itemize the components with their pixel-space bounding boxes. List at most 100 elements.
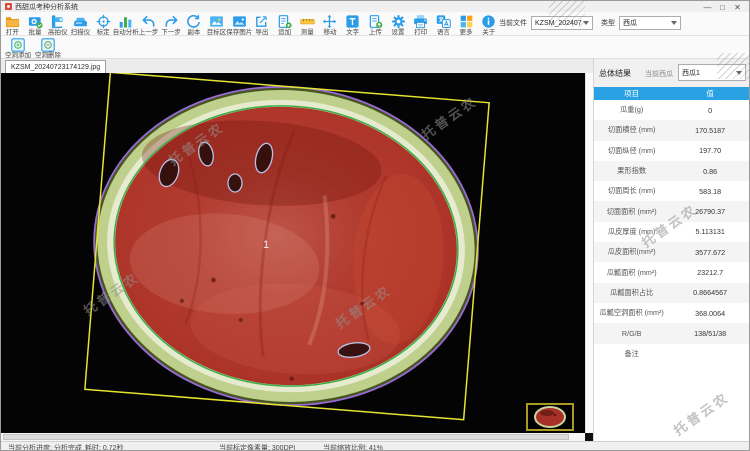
type-label: 类型: [601, 18, 615, 28]
toolbar-batch-button[interactable]: 批量: [24, 12, 47, 36]
toolbar-upload-button[interactable]: 上传: [364, 12, 387, 36]
overview-thumbnail[interactable]: [526, 403, 574, 431]
calibrate-icon: [96, 14, 111, 29]
status-bar: 当前分析进度: 分析完成 耗时: 0.72秒 当前标定像素量: 300DPI 当…: [1, 441, 749, 451]
result-item-value: 170.5187: [669, 126, 750, 135]
doc-camera-icon: [50, 14, 65, 29]
horizontal-scrollbar-thumb[interactable]: [3, 434, 569, 440]
cavity-delete-icon: [41, 38, 55, 52]
scanner-label: 扫描仪: [71, 29, 91, 36]
result-item-label: 瓜瓤空洞面积 (mm²): [594, 308, 669, 318]
result-item-value: 26790.37: [669, 207, 750, 216]
toolbar-scanner-button[interactable]: 扫描仪: [69, 12, 92, 36]
result-row-8[interactable]: 瓜瓤面积 (mm²)23212.7: [594, 262, 750, 282]
toolbar-save-image-button[interactable]: 保存图片: [228, 12, 251, 36]
toolbar-calibrate-button[interactable]: 标定: [92, 12, 115, 36]
toolbar-target-zone-button[interactable]: 目标区: [205, 12, 228, 36]
type-select[interactable]: 西瓜: [619, 16, 681, 30]
toolbar-append-button[interactable]: 追加: [273, 12, 296, 36]
append-icon: [277, 14, 292, 29]
upload-icon: [368, 14, 383, 29]
result-item-label: 果形指数: [594, 166, 669, 176]
app-logo-icon: [5, 3, 12, 10]
toolbar-move-button[interactable]: 移动: [319, 12, 342, 36]
result-row-2[interactable]: 切面纵径 (mm)197.70: [594, 141, 750, 161]
result-row-1[interactable]: 切面横径 (mm)170.5187: [594, 120, 750, 140]
upload-label: 上传: [369, 29, 382, 36]
toolbar-doc-camera-button[interactable]: 高拍仪: [46, 12, 69, 36]
result-item-label: R/G/B: [594, 329, 669, 338]
cavity-add-label: 空洞添加: [5, 52, 31, 59]
result-item-value: 3577.672: [669, 248, 750, 257]
toolbar-cavity-delete-button[interactable]: 空洞删除: [33, 36, 63, 58]
toolbar-export-button[interactable]: 导出: [251, 12, 274, 36]
cavity-toolbar: 空洞添加空洞删除: [1, 36, 749, 59]
toolbar-auto-analyze-button[interactable]: 自动分析: [114, 12, 137, 36]
settings-icon: [391, 14, 406, 29]
image-tab-label: KZSM_20240723174129.jpg: [11, 64, 100, 71]
result-row-7[interactable]: 瓜皮面积(mm²)3577.672: [594, 242, 750, 262]
window-title: 西甜瓜考种分析系统: [15, 2, 78, 12]
result-item-value: 583.18: [669, 187, 750, 196]
result-item-label: 瓜皮厚度 (mm): [594, 227, 669, 237]
col-header-item: 项目: [594, 87, 669, 100]
melon-select[interactable]: 西瓜1: [678, 64, 746, 81]
batch-label: 批量: [29, 29, 42, 36]
scanner-icon: [73, 14, 88, 29]
result-row-4[interactable]: 切面周长 (mm)583.18: [594, 181, 750, 201]
region-number-label: 1: [263, 239, 269, 251]
toolbar-next-step-button[interactable]: 下一步: [160, 12, 183, 36]
about-label: 关于: [482, 29, 495, 36]
result-item-value: 0: [669, 106, 750, 115]
move-icon: [322, 14, 337, 29]
result-row-9[interactable]: 瓜瓤面积占比0.8664567: [594, 283, 750, 303]
result-row-10[interactable]: 瓜瓤空洞面积 (mm²)368.0064: [594, 303, 750, 323]
open-icon: [5, 14, 20, 29]
tab-bar: KZSM_20240723174129.jpg: [1, 59, 593, 73]
main-toolbar: 打开批量高拍仪扫描仪标定自动分析上一步下一步副本目标区保存图片导出追加测量移动文…: [1, 12, 749, 36]
toolbar-print-button[interactable]: 打印: [409, 12, 432, 36]
result-row-3[interactable]: 果形指数0.86: [594, 161, 750, 181]
toolbar-copy-button[interactable]: 副本: [183, 12, 206, 36]
panel-title: 总体结果: [599, 68, 631, 79]
settings-label: 设置: [392, 29, 405, 36]
copy-icon: [186, 14, 201, 29]
toolbar-language-button[interactable]: 语言: [432, 12, 455, 36]
result-item-value: 5.113131: [669, 227, 750, 236]
measure-icon: [300, 14, 315, 29]
result-row-6[interactable]: 瓜皮厚度 (mm)5.113131: [594, 222, 750, 242]
result-item-label: 切面横径 (mm): [594, 125, 669, 135]
current-file-select[interactable]: KZSM_202407: [531, 16, 593, 30]
title-bar: 西甜瓜考种分析系统 — □ ✕: [1, 1, 749, 12]
next-step-label: 下一步: [161, 29, 181, 36]
result-row-11[interactable]: R/G/B138/51/38: [594, 323, 750, 343]
toolbar-prev-step-button[interactable]: 上一步: [137, 12, 160, 36]
measure-label: 测量: [301, 29, 314, 36]
toolbar-about-button[interactable]: 关于: [477, 12, 500, 36]
results-panel-header: 总体结果 当前西瓜 西瓜1: [594, 59, 750, 87]
result-item-label: 切面面积 (mm²): [594, 207, 669, 217]
result-row-5[interactable]: 切面面积 (mm²)26790.37: [594, 201, 750, 221]
result-row-12[interactable]: 备注: [594, 344, 750, 364]
result-item-value: 0.86: [669, 167, 750, 176]
toolbar-settings-button[interactable]: 设置: [387, 12, 410, 36]
toolbar-open-button[interactable]: 打开: [1, 12, 24, 36]
print-icon: [413, 14, 428, 29]
toolbar-cavity-add-button[interactable]: 空洞添加: [3, 36, 33, 58]
image-canvas[interactable]: 1: [1, 73, 585, 433]
batch-icon: [28, 14, 43, 29]
result-item-value: 368.0064: [669, 309, 750, 318]
vertical-scrollbar[interactable]: [585, 73, 593, 433]
result-row-0[interactable]: 瓜重(g)0: [594, 100, 750, 120]
table-header: 项目 值: [594, 87, 750, 100]
calibration-dpi: 当前标定像素量: 300DPI: [219, 443, 295, 451]
results-table: 瓜重(g)0切面横径 (mm)170.5187切面纵径 (mm)197.70果形…: [594, 100, 750, 364]
toolbar-more-button[interactable]: 更多: [455, 12, 478, 36]
chevron-down-icon: [671, 21, 677, 25]
horizontal-scrollbar[interactable]: [1, 433, 585, 441]
toolbar-measure-button[interactable]: 测量: [296, 12, 319, 36]
result-item-label: 切面纵径 (mm): [594, 146, 669, 156]
image-tab[interactable]: KZSM_20240723174129.jpg: [5, 60, 106, 73]
toolbar-text-button[interactable]: 文字: [341, 12, 364, 36]
zoom-level: 当前缩放比例: 41%: [323, 443, 383, 451]
